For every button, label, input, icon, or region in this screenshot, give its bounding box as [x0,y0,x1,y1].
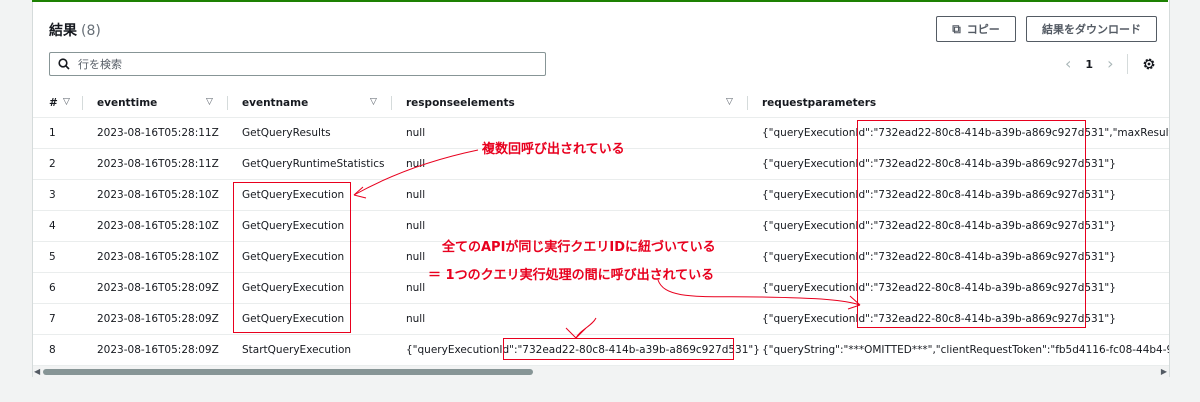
responseelements-cell: {"queryExecutionId":"732ead22-80c8-414b-… [406,344,760,356]
responseelements-cell: null [406,220,426,232]
requestparameters-cell: {"queryString":"***OMITTED***","clientRe… [762,344,1170,356]
table-row[interactable]: 1 2023-08-16T05:28:11Z GetQueryResults n… [33,118,1169,149]
requestparameters-cell: {"queryExecutionId":"732ead22-80c8-414b-… [762,313,1116,325]
results-panel: 結果(8) ⧉ コピー 結果をダウンロード ‹ 1 › # ▽ eventtim… [32,0,1170,377]
table-row[interactable]: 6 2023-08-16T05:28:09Z GetQueryExecution… [33,273,1169,304]
horizontal-scrollbar[interactable]: ◀ ▶ [33,365,1169,377]
column-header-requestparameters[interactable]: requestparameters [762,88,876,117]
table-row[interactable]: 3 2023-08-16T05:28:10Z GetQueryExecution… [33,180,1169,211]
eventname-cell: GetQueryExecution [242,282,345,294]
download-results-button[interactable]: 結果をダウンロード [1026,16,1157,42]
requestparameters-cell: {"queryExecutionId":"732ead22-80c8-414b-… [762,220,1116,232]
column-header-index[interactable]: # [49,88,58,117]
eventtime-cell: 2023-08-16T05:28:09Z [97,282,219,294]
eventtime-cell: 2023-08-16T05:28:10Z [97,189,219,201]
requestparameters-cell: {"queryExecutionId":"732ead22-80c8-414b-… [762,251,1116,263]
table-row[interactable]: 8 2023-08-16T05:28:09Z StartQueryExecuti… [33,335,1169,366]
success-accent-line [32,0,1168,2]
copy-button-label: コピー [966,23,1000,36]
scroll-right-icon[interactable]: ▶ [1161,367,1167,376]
row-index: 7 [49,313,56,325]
sort-icon[interactable]: ▽ [63,97,70,107]
eventtime-cell: 2023-08-16T05:28:10Z [97,251,219,263]
column-divider[interactable] [227,96,228,110]
eventtime-cell: 2023-08-16T05:28:09Z [97,344,219,356]
responseelements-cell: null [406,251,426,263]
results-count: (8) [81,23,101,39]
row-index: 1 [49,127,56,139]
column-divider[interactable] [82,96,83,110]
requestparameters-cell: {"queryExecutionId":"732ead22-80c8-414b-… [762,127,1170,139]
sort-icon[interactable]: ▽ [726,97,733,107]
responseelements-cell: null [406,158,426,170]
column-divider[interactable] [747,96,748,110]
column-header-eventtime[interactable]: eventtime [97,88,157,117]
eventtime-cell: 2023-08-16T05:28:11Z [97,158,219,170]
pagination: ‹ 1 › [1065,54,1156,74]
table-row[interactable]: 5 2023-08-16T05:28:10Z GetQueryExecution… [33,242,1169,273]
requestparameters-cell: {"queryExecutionId":"732ead22-80c8-414b-… [762,189,1116,201]
scroll-left-icon[interactable]: ◀ [34,367,40,376]
column-header-responseelements[interactable]: responseelements [406,88,515,117]
search-input[interactable] [76,56,540,72]
search-icon [58,58,70,70]
copy-button[interactable]: ⧉ コピー [936,16,1016,42]
eventname-cell: GetQueryExecution [242,313,345,325]
search-box[interactable] [49,52,546,76]
row-index: 2 [49,158,56,170]
row-index: 8 [49,344,56,356]
sort-icon[interactable]: ▽ [370,97,377,107]
sort-icon[interactable]: ▽ [206,97,213,107]
column-header-eventname[interactable]: eventname [242,88,308,117]
eventname-cell: GetQueryRuntimeStatistics [242,158,385,170]
scrollbar-thumb[interactable] [43,369,533,375]
download-button-label: 結果をダウンロード [1042,23,1141,36]
copy-icon: ⧉ [952,21,961,36]
pager-divider [1127,54,1129,74]
eventname-cell: GetQueryResults [242,127,331,139]
eventtime-cell: 2023-08-16T05:28:11Z [97,127,219,139]
responseelements-cell: null [406,127,426,139]
prev-page-icon[interactable]: ‹ [1065,56,1071,72]
column-divider[interactable] [391,96,392,110]
gear-icon[interactable] [1142,57,1156,71]
row-index: 3 [49,189,56,201]
eventname-cell: StartQueryExecution [242,344,352,356]
eventtime-cell: 2023-08-16T05:28:10Z [97,220,219,232]
responseelements-cell: null [406,313,426,325]
eventtime-cell: 2023-08-16T05:28:09Z [97,313,219,325]
table-row[interactable]: 2 2023-08-16T05:28:11Z GetQueryRuntimeSt… [33,149,1169,180]
row-index: 4 [49,220,56,232]
responseelements-cell: null [406,189,426,201]
eventname-cell: GetQueryExecution [242,251,345,263]
responseelements-cell: null [406,282,426,294]
eventname-cell: GetQueryExecution [242,220,345,232]
results-title: 結果 (8) [49,23,101,39]
eventname-cell: GetQueryExecution [242,189,345,201]
page-number[interactable]: 1 [1085,58,1093,71]
row-index: 5 [49,251,56,263]
requestparameters-cell: {"queryExecutionId":"732ead22-80c8-414b-… [762,282,1116,294]
table-row[interactable]: 4 2023-08-16T05:28:10Z GetQueryExecution… [33,211,1169,242]
requestparameters-cell: {"queryExecutionId":"732ead22-80c8-414b-… [762,158,1116,170]
table-row[interactable]: 7 2023-08-16T05:28:09Z GetQueryExecution… [33,304,1169,335]
next-page-icon[interactable]: › [1107,56,1113,72]
table-header-row: # ▽ eventtime ▽ eventname ▽ responseelem… [33,88,1169,118]
row-index: 6 [49,282,56,294]
